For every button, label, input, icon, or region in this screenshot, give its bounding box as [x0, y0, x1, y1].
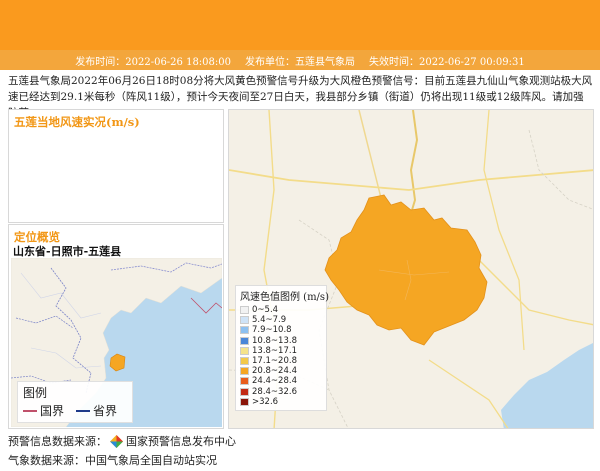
legend-swatch: [240, 357, 249, 366]
legend-swatch: [240, 346, 249, 355]
weather-source-value[interactable]: 中国气象局全国自动站实况: [85, 452, 217, 468]
wind-color-legend: 风速色值图例 (m/s) 0~5.4 5.4~7.9 7.9~10.8 10.8…: [235, 285, 329, 411]
warning-center-logo-icon: [110, 434, 123, 448]
top-banner: [0, 0, 600, 50]
weather-source-label: 气象数据来源：: [8, 454, 85, 467]
location-panel: 定位概览 山东省-日照市-五莲县 图例 国界 省界: [8, 224, 224, 429]
expire-time: 失效时间：2022-06-27 00:09:31: [369, 56, 525, 68]
overview-map[interactable]: 图例 国界 省界: [11, 258, 222, 427]
legend-row: 5.4~7.9: [240, 315, 322, 325]
legend-swatch: [240, 377, 249, 386]
legend-row: 17.1~20.8: [240, 356, 322, 366]
legend-swatch: [240, 306, 249, 315]
warning-source-label: 预警信息数据来源：: [8, 435, 107, 448]
wind-panel-title: 五莲当地风速实况(m/s): [14, 115, 140, 129]
legend-row: >32.6: [240, 397, 322, 407]
provincial-border-line-icon: [76, 409, 91, 412]
weather-source: 气象数据来源： 中国气象局全国自动站实况: [8, 452, 217, 468]
legend-swatch: [240, 367, 249, 376]
wind-legend-title: 风速色值图例 (m/s): [240, 292, 329, 303]
warning-source: 预警信息数据来源： 国家预警信息发布中心: [8, 433, 236, 449]
national-border-line-icon: [23, 409, 37, 412]
overview-legend-title: 图例: [23, 386, 48, 400]
legend-row: 28.4~32.6: [240, 387, 322, 397]
overview-map-legend: 图例 国界 省界: [17, 381, 133, 423]
legend-swatch: [240, 387, 249, 396]
legend-row: 13.8~17.1: [240, 346, 322, 356]
wind-speed-panel: 五莲当地风速实况(m/s): [8, 109, 224, 223]
warning-meta-bar: 发布时间：2022-06-26 18:08:00 发布单位：五莲县气象局 失效时…: [0, 50, 600, 70]
legend-swatch: [240, 397, 249, 406]
legend-swatch: [240, 326, 249, 335]
legend-row: 20.8~24.4: [240, 366, 322, 376]
publisher: 发布单位：五莲县气象局: [245, 56, 355, 68]
legend-row: 7.9~10.8: [240, 325, 322, 335]
publish-time: 发布时间：2022-06-26 18:08:00: [75, 56, 231, 68]
legend-row: 0~5.4: [240, 305, 322, 315]
legend-swatch: [240, 336, 249, 345]
warning-source-value[interactable]: 国家预警信息发布中心: [126, 433, 236, 449]
legend-swatch: [240, 316, 249, 325]
county-wind-map[interactable]: 风速色值图例 (m/s) 0~5.4 5.4~7.9 7.9~10.8 10.8…: [228, 109, 594, 429]
legend-provincial-border: 省界: [76, 402, 117, 419]
legend-national-border: 国界: [23, 402, 64, 419]
legend-row: 10.8~13.8: [240, 336, 322, 346]
legend-row: 24.4~28.4: [240, 376, 322, 386]
location-region: 山东省-日照市-五莲县: [13, 245, 122, 258]
